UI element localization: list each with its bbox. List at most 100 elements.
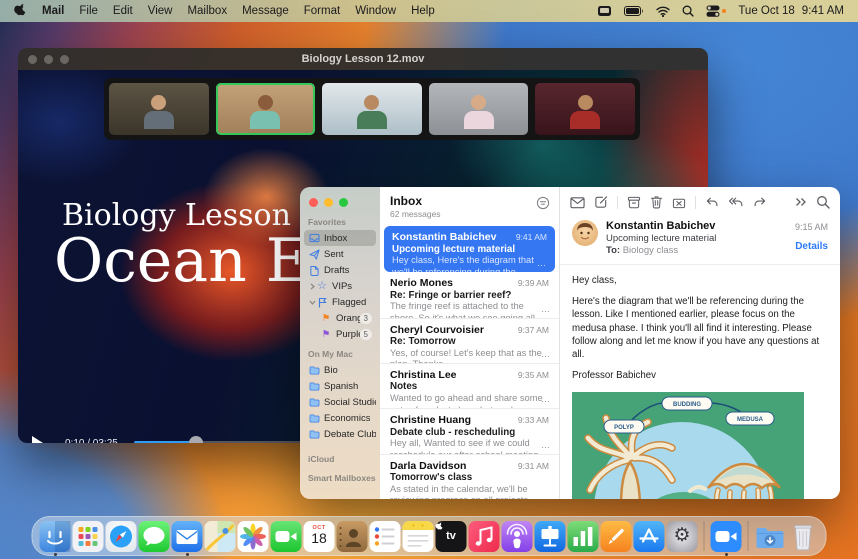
dock-calendar-icon[interactable]: OCT 18 [304,521,335,552]
screen-mirroring-icon[interactable] [597,5,612,17]
archive-icon[interactable] [627,196,641,209]
email-list-item[interactable]: Christina Lee9:35 AM Notes Wanted to go … [380,363,559,408]
jellyfish-lifecycle-diagram: POLYP BUDDING MEDUSA [572,392,828,499]
menu-app-name[interactable]: Mail [42,5,64,17]
folder-icon [308,414,320,423]
dock-appletv-icon[interactable]: tv [436,521,467,552]
email-list-item[interactable]: Nerio Mones9:39 AM Re: Fringe or barrier… [380,272,559,317]
dock-notes-icon[interactable] [403,521,434,552]
sidebar-item-inbox[interactable]: Inbox [304,230,376,246]
trash-icon[interactable] [650,195,663,209]
participant-3[interactable] [322,83,422,135]
video-window-title: Biology Lesson 12.mov [18,53,708,65]
sidebar-item-sent[interactable]: Sent [304,246,376,262]
sidebar-item-flagged[interactable]: Flagged [304,294,376,310]
zoom-button[interactable] [339,198,348,207]
minimize-button[interactable] [324,198,333,207]
wifi-icon[interactable] [656,6,670,17]
dock-appstore-icon[interactable] [634,521,665,552]
menu-item-view[interactable]: View [148,5,173,17]
close-button[interactable] [309,198,318,207]
chevron-right-icon[interactable] [308,283,316,290]
email-list-item[interactable]: Cheryl Courvoisier9:37 AM Re: Tomorrow Y… [380,318,559,363]
dock-launchpad-icon[interactable] [73,521,104,552]
dock-music-icon[interactable] [469,521,500,552]
email-list-item[interactable]: Christine Huang9:33 AM Debate club - res… [380,408,559,453]
dock-photos-icon[interactable] [238,521,269,552]
icloud-header[interactable]: iCloud [308,454,380,464]
sidebar-item-flag-purple[interactable]: ⚑ Purple 5 [304,326,376,342]
sidebar-item-drafts[interactable]: Drafts [304,262,376,278]
dock-downloads-folder-icon[interactable] [755,521,786,552]
email-snippet: The fringe reef is attached to the shore… [390,301,549,317]
apple-menu-icon[interactable] [14,2,27,20]
sidebar-item-debate-club[interactable]: Debate Club [304,426,376,442]
dock-pages-icon[interactable] [601,521,632,552]
get-mail-icon[interactable] [570,196,585,209]
search-icon[interactable] [816,195,830,209]
menu-item-window[interactable]: Window [355,5,396,17]
menu-item-edit[interactable]: Edit [113,5,133,17]
menu-item-file[interactable]: File [79,5,98,17]
details-link[interactable]: Details [795,241,828,252]
dock-numbers-icon[interactable] [568,521,599,552]
mail-traffic-lights[interactable] [309,198,380,207]
participant-4[interactable] [429,83,529,135]
menu-item-help[interactable]: Help [411,5,435,17]
play-button[interactable] [32,436,43,443]
filter-icon[interactable] [536,196,550,215]
dock-podcasts-icon[interactable] [502,521,533,552]
battery-icon[interactable] [624,6,644,16]
participant-2-active[interactable] [216,83,316,135]
forward-icon[interactable] [753,196,767,208]
video-title-bar[interactable]: Biology Lesson 12.mov [18,48,708,70]
spotlight-search-icon[interactable] [682,5,694,17]
more-toolbar-icon[interactable] [795,197,807,207]
dock-keynote-icon[interactable] [535,521,566,552]
menu-item-format[interactable]: Format [304,5,340,17]
sidebar-item-flag-orange[interactable]: ⚑ Orange 3 [304,310,376,326]
paper-plane-icon [308,249,320,260]
email-list-item[interactable]: Darla Davidson9:31 AM Tomorrow's class A… [380,454,559,499]
dock-settings-icon[interactable]: ⚙ [667,521,698,552]
dock-mail-icon[interactable] [172,521,203,552]
sidebar-item-vips[interactable]: ☆ VIPs [304,278,376,294]
control-center-icon[interactable] [706,5,726,17]
dock-zoom-icon[interactable] [711,521,742,552]
participant-1[interactable] [109,83,209,135]
inbox-tray-icon [308,233,320,243]
menu-item-mailbox[interactable]: Mailbox [187,5,227,17]
menu-date[interactable]: Tue Oct 18 [738,5,794,17]
dock-messages-icon[interactable] [139,521,170,552]
menu-item-message[interactable]: Message [242,5,289,17]
dock-finder-icon[interactable] [40,521,71,552]
menu-time[interactable]: 9:41 AM [802,5,844,17]
junk-icon[interactable] [672,196,686,209]
reply-all-icon[interactable] [728,196,744,208]
participant-5[interactable] [535,83,635,135]
smart-mailboxes-header[interactable]: Smart Mailboxes [308,473,380,483]
compose-icon[interactable] [594,195,608,209]
email-list-item-selected[interactable]: Konstantin Babichev9:41 AM Upcoming lect… [384,226,555,272]
sidebar-item-social-studies[interactable]: Social Studies [304,394,376,410]
message-subject: Upcoming lecture material [606,233,795,244]
sidebar-item-spanish[interactable]: Spanish [304,378,376,394]
sender-avatar[interactable] [572,220,598,246]
email-snippet: Hey all, Wanted to see if we could resch… [390,438,549,453]
email-time: 9:41 AM [516,232,547,242]
dock-contacts-icon[interactable] [337,521,368,552]
menu-bar: Mail File Edit View Mailbox Message Form… [0,0,858,22]
dock-facetime-icon[interactable] [271,521,302,552]
dock-reminders-icon[interactable] [370,521,401,552]
chevron-down-icon[interactable] [308,300,316,305]
sidebar-item-economics[interactable]: Economics [304,410,376,426]
dock-safari-icon[interactable] [106,521,137,552]
video-time-label: 0:10 / 03:25 [65,438,118,444]
reply-icon[interactable] [705,196,719,208]
sidebar-item-bio[interactable]: Bio [304,362,376,378]
sidebar-label: Drafts [324,265,349,276]
email-sender: Darla Davidson [390,460,466,472]
scrubber-knob[interactable] [189,436,203,443]
dock-maps-icon[interactable] [205,521,236,552]
dock-trash-icon[interactable] [788,521,819,552]
